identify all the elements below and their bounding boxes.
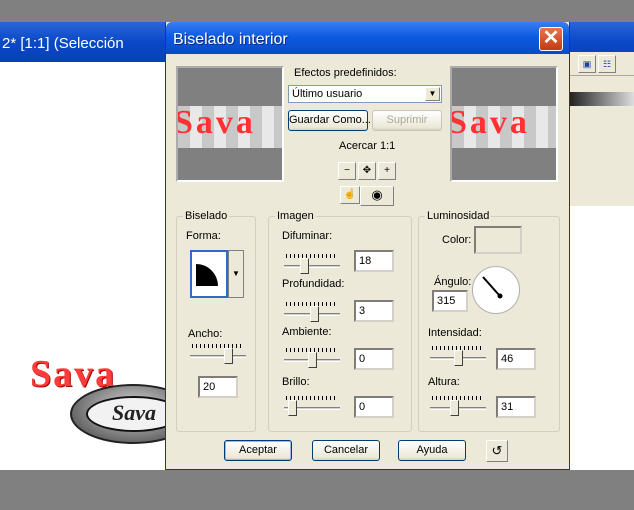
- shape-label: Forma:: [186, 230, 221, 242]
- brightness-slider[interactable]: [284, 396, 340, 418]
- height-label: Altura:: [428, 376, 460, 388]
- ambient-label: Ambiente:: [282, 326, 332, 338]
- intensity-label: Intensidad:: [428, 327, 482, 339]
- preview-text: Sava: [176, 104, 256, 141]
- background-toolbar: ▣ ☷: [570, 52, 634, 76]
- eye-icon[interactable]: ◉: [360, 186, 394, 206]
- presets-label: Efectos predefinidos:: [294, 67, 397, 79]
- slider-thumb[interactable]: [300, 258, 309, 274]
- image-group-title: Imagen: [275, 210, 316, 222]
- slider-track: [284, 265, 340, 268]
- ambient-slider[interactable]: [284, 348, 340, 370]
- close-button[interactable]: ✕: [539, 27, 563, 51]
- height-slider[interactable]: [430, 396, 486, 418]
- slider-ticks: [192, 344, 244, 348]
- workspace-area: [0, 470, 634, 510]
- depth-input[interactable]: 3: [354, 300, 394, 322]
- gradient-strip: [570, 92, 634, 106]
- close-icon: ✕: [542, 27, 560, 49]
- width-slider[interactable]: [190, 344, 246, 366]
- ok-button[interactable]: Aceptar: [224, 440, 292, 461]
- depth-slider[interactable]: [284, 302, 340, 324]
- slider-track: [190, 355, 246, 358]
- preview-before[interactable]: Sava: [176, 66, 284, 182]
- slider-thumb[interactable]: [224, 348, 233, 364]
- inner-bevel-dialog: Biselado interior ✕ Sava Sava Efectos pr…: [165, 22, 570, 470]
- slider-thumb[interactable]: [310, 306, 319, 322]
- preview-text: Sava: [450, 104, 530, 141]
- presets-select[interactable]: Último usuario ▼: [288, 85, 442, 103]
- brightness-label: Brillo:: [282, 376, 310, 388]
- zoom-out-icon[interactable]: −: [338, 162, 356, 180]
- ambient-input[interactable]: 0: [354, 348, 394, 370]
- angle-label: Ángulo:: [434, 276, 472, 288]
- zoom-in-icon[interactable]: +: [378, 162, 396, 180]
- dialog-titlebar[interactable]: Biselado interior ✕: [166, 22, 569, 54]
- background-window-title: 2* [1:1] (Selección: [2, 35, 124, 52]
- slider-thumb[interactable]: [308, 352, 317, 368]
- height-input[interactable]: 31: [496, 396, 536, 418]
- light-color-swatch[interactable]: [474, 226, 522, 254]
- preview-after: Sava: [450, 66, 558, 182]
- link-icon[interactable]: ☷: [598, 55, 616, 73]
- slider-thumb[interactable]: [288, 400, 297, 416]
- intensity-slider[interactable]: [430, 346, 486, 368]
- chevron-down-icon: ▼: [425, 87, 440, 101]
- depth-label: Profundidad:: [282, 278, 345, 290]
- help-button[interactable]: Ayuda: [398, 440, 466, 461]
- blur-slider[interactable]: [284, 254, 340, 276]
- dialog-title: Biselado interior: [173, 31, 288, 48]
- intensity-input[interactable]: 46: [496, 348, 536, 370]
- slider-ticks: [286, 254, 338, 258]
- color-label: Color:: [442, 234, 472, 246]
- chevron-down-icon[interactable]: ▼: [228, 250, 244, 298]
- bevel-shape-selector[interactable]: [190, 250, 228, 298]
- presets-selected-value: Último usuario: [292, 88, 363, 100]
- save-icon[interactable]: ▣: [578, 55, 596, 73]
- save-as-button[interactable]: Guardar Como...: [288, 110, 371, 131]
- bevel-group-title: Biselado: [183, 210, 230, 222]
- bevel-group: Biselado: [176, 210, 256, 432]
- angle-dial[interactable]: [472, 266, 520, 314]
- cancel-button[interactable]: Cancelar: [312, 440, 380, 461]
- light-group-title: Luminosidad: [425, 210, 492, 222]
- pan-icon[interactable]: ✥: [358, 162, 376, 180]
- blur-input[interactable]: 18: [354, 250, 394, 272]
- hand-icon[interactable]: ☝: [340, 186, 360, 204]
- width-input[interactable]: 20: [198, 376, 238, 398]
- angle-input[interactable]: 315: [432, 290, 468, 312]
- zoom-label: Acercar 1:1: [339, 140, 396, 152]
- slider-thumb[interactable]: [454, 350, 463, 366]
- brightness-input[interactable]: 0: [354, 396, 394, 418]
- bevel-shape-icon: [196, 264, 218, 286]
- width-label: Ancho:: [188, 328, 223, 340]
- reset-icon[interactable]: ↺: [486, 440, 508, 462]
- dial-needle-icon: [482, 276, 503, 299]
- blur-label: Difuminar:: [282, 230, 333, 242]
- delete-preset-button[interactable]: Suprimir: [372, 110, 442, 131]
- slider-thumb[interactable]: [450, 400, 459, 416]
